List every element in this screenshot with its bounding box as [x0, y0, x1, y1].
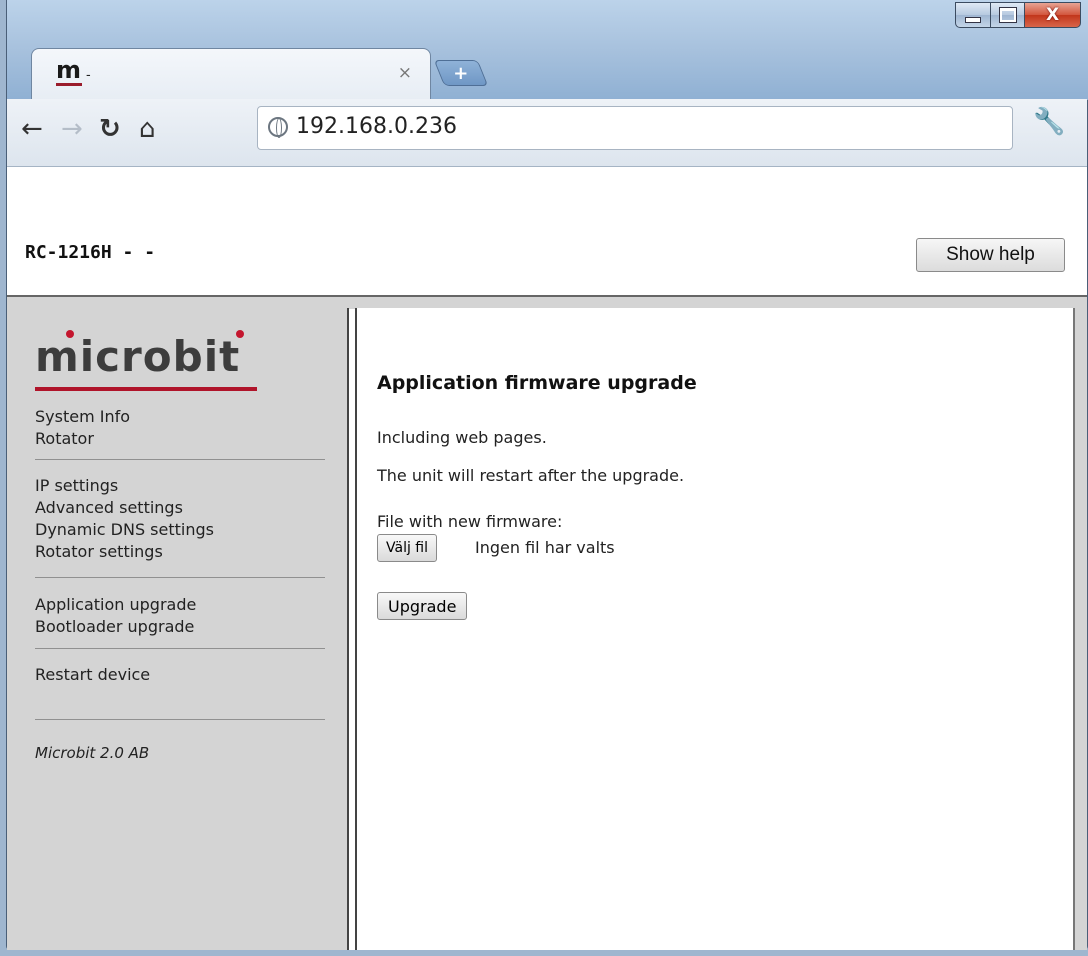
- page-header: RC-1216H - - Show help: [7, 167, 1087, 295]
- sidebar-item-ip-settings[interactable]: IP settings: [35, 475, 214, 497]
- show-help-button[interactable]: Show help: [916, 238, 1065, 272]
- nav-separator: [35, 648, 325, 649]
- nav-group-settings: IP settings Advanced settings Dynamic DN…: [35, 475, 214, 563]
- plus-icon: +: [453, 62, 469, 84]
- sidebar: microbit System Info Rotator IP settings…: [7, 308, 349, 950]
- home-icon[interactable]: ⌂: [139, 113, 156, 145]
- header-divider: [7, 295, 1087, 309]
- file-label: File with new firmware:: [377, 512, 563, 531]
- favicon-icon: m: [56, 56, 82, 84]
- maximize-button[interactable]: [991, 2, 1025, 28]
- restart-note: The unit will restart after the upgrade.: [377, 466, 685, 485]
- microbit-logo: microbit: [35, 332, 241, 381]
- minimize-icon: [965, 17, 981, 23]
- close-icon: X: [1045, 5, 1060, 25]
- url-text[interactable]: 192.168.0.236: [296, 114, 457, 139]
- window-controls: X: [955, 2, 1081, 28]
- tab-close-icon[interactable]: ×: [398, 63, 412, 83]
- device-title: RC-1216H - -: [25, 242, 156, 263]
- nav-group-upgrade: Application upgrade Bootloader upgrade: [35, 594, 196, 638]
- nav-group-status: System Info Rotator: [35, 406, 130, 450]
- sidebar-item-rotator[interactable]: Rotator: [35, 428, 130, 450]
- logo-dot: [236, 330, 244, 338]
- address-bar[interactable]: 192.168.0.236: [257, 106, 1013, 150]
- upgrade-button[interactable]: Upgrade: [377, 592, 468, 620]
- main-content: Application firmware upgrade Including w…: [355, 308, 1073, 950]
- sidebar-item-dynamic-dns-settings[interactable]: Dynamic DNS settings: [35, 519, 214, 541]
- maximize-icon: [998, 7, 1017, 23]
- forward-arrow-icon[interactable]: →: [61, 113, 83, 145]
- wrench-icon[interactable]: 🔧: [1033, 107, 1065, 137]
- minimize-button[interactable]: [955, 2, 991, 28]
- nav-separator: [35, 577, 325, 578]
- description-line: Including web pages.: [377, 428, 547, 447]
- logo-dot: [66, 330, 74, 338]
- logo-underline: [35, 387, 257, 391]
- sidebar-item-application-upgrade[interactable]: Application upgrade: [35, 594, 196, 616]
- close-window-button[interactable]: X: [1025, 2, 1081, 28]
- sidebar-item-bootloader-upgrade[interactable]: Bootloader upgrade: [35, 616, 196, 638]
- page-viewport: RC-1216H - - Show help microbit System I…: [7, 167, 1087, 950]
- no-file-status: Ingen fil har valts: [475, 538, 615, 557]
- nav-group-device: Restart device: [35, 664, 150, 686]
- browser-toolbar: ← → ↻ ⌂ 192.168.0.236 🔧: [7, 99, 1087, 167]
- back-arrow-icon[interactable]: ←: [21, 113, 43, 145]
- sidebar-item-rotator-settings[interactable]: Rotator settings: [35, 541, 214, 563]
- reload-icon[interactable]: ↻: [99, 113, 121, 145]
- right-frame-edge: [1073, 308, 1087, 950]
- browser-tab[interactable]: m - ×: [31, 48, 431, 100]
- sidebar-item-system-info[interactable]: System Info: [35, 406, 130, 428]
- tab-title: -: [86, 66, 91, 82]
- globe-icon[interactable]: [268, 117, 288, 138]
- page-title: Application firmware upgrade: [377, 372, 697, 394]
- sidebar-item-advanced-settings[interactable]: Advanced settings: [35, 497, 214, 519]
- nav-separator: [35, 719, 325, 720]
- choose-file-button[interactable]: Välj fil: [377, 534, 438, 562]
- sidebar-item-restart-device[interactable]: Restart device: [35, 664, 150, 686]
- browser-window: X m - × + ← → ↻ ⌂ 192.168.0.236 🔧 RC-121…: [6, 0, 1088, 950]
- nav-separator: [35, 459, 325, 460]
- copyright-text: Microbit 2.0 AB: [35, 744, 150, 762]
